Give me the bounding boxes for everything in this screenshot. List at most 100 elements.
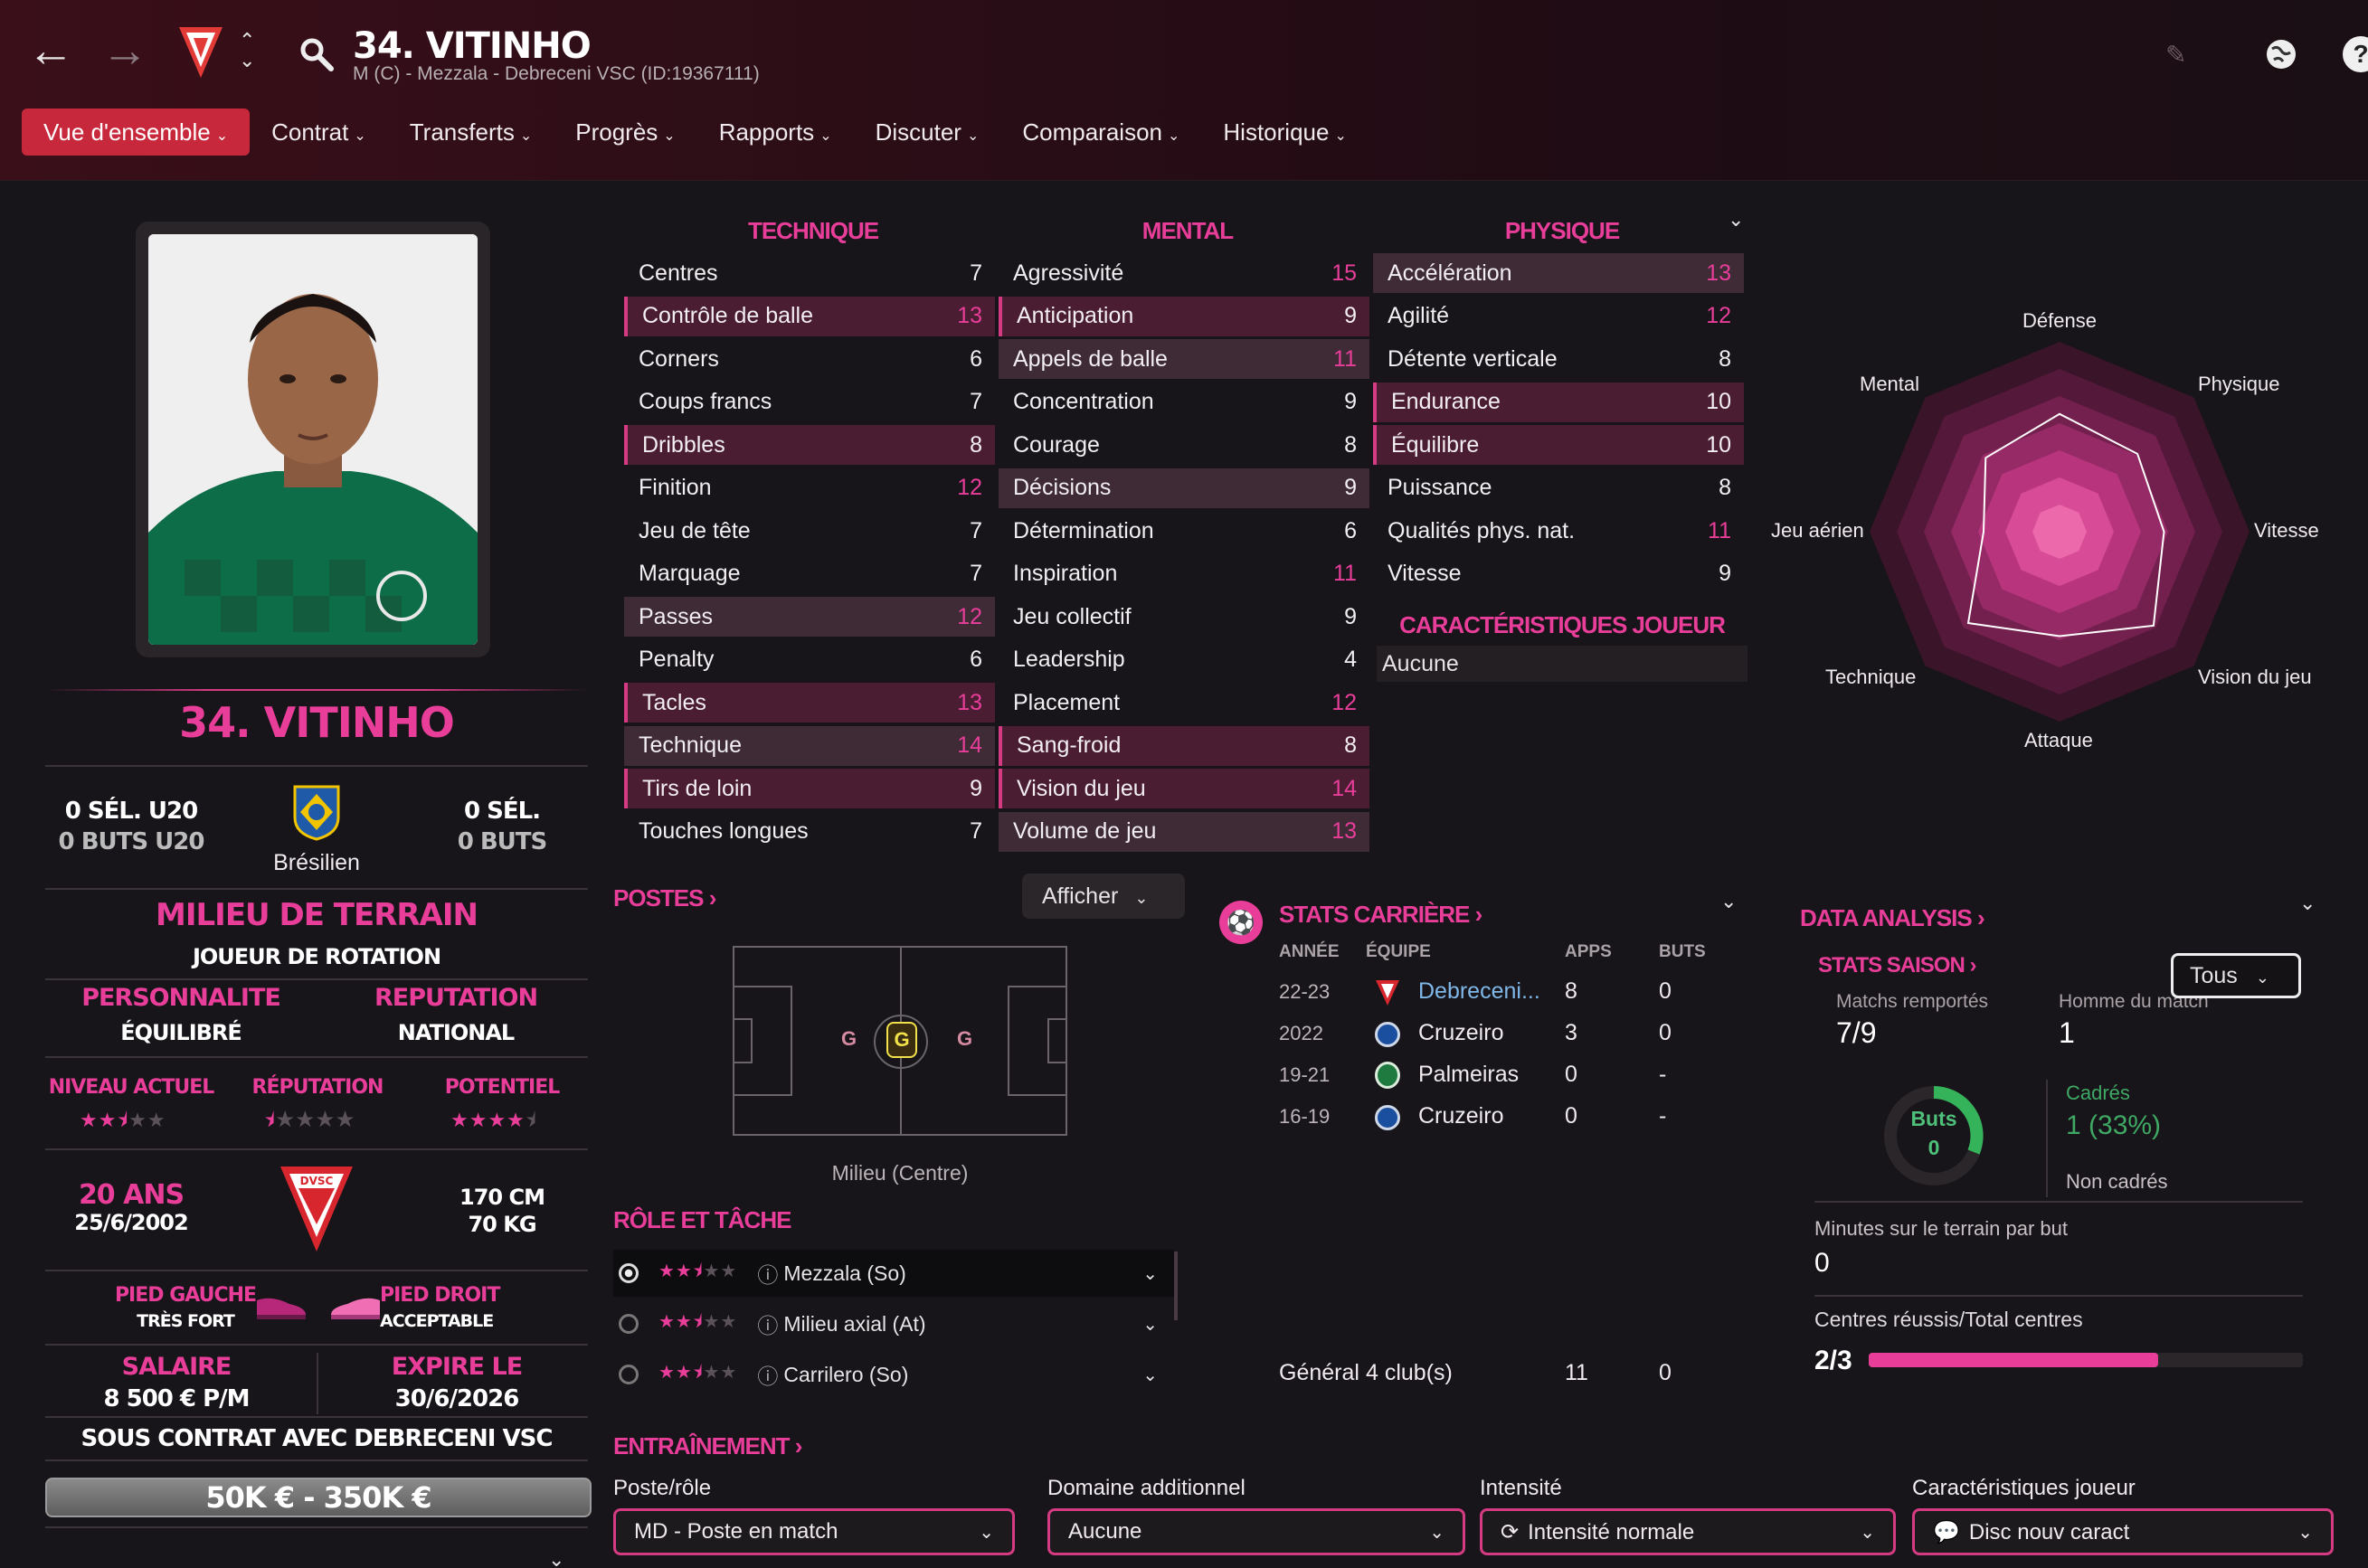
show-dropdown[interactable]: Afficher ⌄	[1022, 874, 1185, 919]
data-analysis-title[interactable]: DATA ANALYSIS ›	[1800, 904, 1985, 932]
tab-discuss[interactable]: Discuter ⌄	[854, 109, 1001, 156]
chevron-down-icon[interactable]: ⌄	[1142, 1313, 1158, 1336]
career-team-link[interactable]: Debreceni...	[1418, 978, 1540, 1005]
attribute-row[interactable]: Équilibre 10	[1373, 425, 1744, 465]
attribute-row[interactable]: Corners 6	[624, 339, 995, 379]
career-chevron-icon[interactable]: ⌄	[1720, 890, 1737, 913]
career-team[interactable]: Cruzeiro	[1418, 1103, 1503, 1129]
attribute-name: Marquage	[639, 561, 741, 586]
attribute-row[interactable]: Tacles 13	[624, 683, 995, 723]
attribute-row[interactable]: Passes 12	[624, 597, 995, 637]
attribute-row[interactable]: Inspiration 11	[999, 554, 1369, 594]
club-badge-icon[interactable]	[177, 24, 224, 80]
role-row[interactable]: ★★⯨★★ ⓘ Carrilero (So) ⌄	[613, 1351, 1174, 1398]
edit-icon[interactable]: ✎	[2165, 40, 2186, 70]
attribute-row[interactable]: Dribbles 8	[624, 425, 995, 465]
attribute-row[interactable]: Appels de balle 11	[999, 339, 1369, 379]
attribute-row[interactable]: Décisions 9	[999, 468, 1369, 508]
info-icon[interactable]: ⓘ	[757, 1359, 778, 1390]
chevron-down-icon[interactable]: ⌄	[1142, 1262, 1158, 1285]
attribute-row[interactable]: Tirs de loin 9	[624, 769, 995, 808]
technique-title: TECHNIQUE	[747, 217, 879, 244]
tab-overview[interactable]: Vue d'ensemble ⌄	[22, 109, 251, 156]
attribute-row[interactable]: Endurance 10	[1373, 382, 1744, 422]
attribute-row[interactable]: Touches longues 7	[624, 812, 995, 852]
player-switch-icon[interactable]: ⌃ ⌄	[239, 31, 255, 71]
attribute-row[interactable]: Finition 12	[624, 468, 995, 508]
tab-history[interactable]: Historique ⌄	[1201, 109, 1368, 156]
role-row[interactable]: ★★⯨★★ ⓘ Milieu axial (At) ⌄	[613, 1300, 1174, 1347]
attribute-row[interactable]: Marquage 7	[624, 554, 995, 594]
season-stats-title[interactable]: STATS SAISON ›	[1818, 953, 1976, 978]
attribute-name: Jeu de tête	[639, 517, 751, 543]
attribute-row[interactable]: Qualités phys. nat. 11	[1373, 511, 1744, 551]
scrollbar[interactable]	[1174, 1252, 1178, 1320]
attribute-row[interactable]: Agressivité 15	[999, 253, 1369, 293]
role-row[interactable]: ★★⯨★★ ⓘ Mezzala (So) ⌄	[613, 1250, 1174, 1297]
on-target-value: 1 (33%)	[2066, 1110, 2162, 1140]
attribute-row[interactable]: Vision du jeu 14	[999, 769, 1369, 808]
radar-label-mental: Mental	[1860, 373, 1920, 395]
info-icon[interactable]: ⓘ	[757, 1308, 778, 1339]
tab-bar: Vue d'ensemble ⌄ Contrat ⌄ Transferts ⌄ Pro…	[22, 109, 1369, 156]
training-extra-select[interactable]: Aucune ⌄	[1047, 1508, 1465, 1555]
training-role-select[interactable]: MD - Poste en match ⌄	[613, 1508, 1015, 1555]
tab-contract[interactable]: Contrat ⌄	[250, 109, 388, 156]
training-traits-select[interactable]: 💬 Disc nouv caract ⌄	[1912, 1508, 2334, 1555]
training-title[interactable]: ENTRAÎNEMENT ›	[613, 1432, 802, 1460]
positions-title[interactable]: POSTES ›	[613, 884, 716, 912]
season-filter-dropdown[interactable]: Tous ⌄	[2171, 953, 2301, 998]
back-arrow-icon[interactable]: ←	[27, 27, 74, 74]
tab-reports[interactable]: Rapports ⌄	[697, 109, 854, 156]
help-icon[interactable]: ?	[2343, 36, 2368, 72]
attribute-row[interactable]: Anticipation 9	[999, 296, 1369, 336]
attribute-row[interactable]: Accélération 13	[1373, 253, 1744, 293]
radio[interactable]	[619, 1314, 639, 1334]
attribute-row[interactable]: Leadership 4	[999, 640, 1369, 680]
attribute-row[interactable]: Concentration 9	[999, 383, 1369, 422]
attribute-row[interactable]: Penalty 6	[624, 640, 995, 680]
left-foot-value: TRÈS FORT	[137, 1311, 235, 1331]
chevron-down-icon[interactable]: ⌄	[548, 1548, 564, 1568]
attribute-row[interactable]: Détente verticale 8	[1373, 339, 1744, 379]
radio[interactable]	[619, 1365, 639, 1384]
attribute-row[interactable]: Placement 12	[999, 683, 1369, 723]
career-year: 16-19	[1279, 1105, 1331, 1128]
left-boot-icon	[257, 1298, 306, 1319]
attribute-name: Sang-froid	[1017, 732, 1122, 758]
attribute-name: Qualités phys. nat.	[1388, 517, 1576, 543]
radio-selected[interactable]	[619, 1263, 639, 1283]
career-title[interactable]: STATS CARRIÈRE ›	[1279, 901, 1482, 929]
attribute-row[interactable]: Détermination 6	[999, 511, 1369, 551]
attribute-row[interactable]: Puissance 8	[1373, 468, 1744, 508]
chevron-down-icon[interactable]: ⌄	[1142, 1364, 1158, 1386]
attribute-row[interactable]: Centres 7	[624, 253, 995, 293]
attribute-row[interactable]: Agilité 12	[1373, 297, 1744, 336]
attribute-row[interactable]: Coups francs 7	[624, 383, 995, 422]
attribute-row[interactable]: Jeu collectif 9	[999, 597, 1369, 637]
career-team[interactable]: Palmeiras	[1418, 1062, 1519, 1088]
globe-icon[interactable]	[2263, 36, 2299, 72]
attribute-row[interactable]: Sang-froid 8	[999, 725, 1369, 766]
attributes-chevron-icon[interactable]: ⌄	[1728, 208, 1744, 231]
search-icon[interactable]	[298, 36, 335, 72]
attribute-row[interactable]: Vitesse 9	[1373, 554, 1744, 594]
crosses-label: Centres réussis/Total centres	[1814, 1308, 2083, 1331]
training-intensity-select[interactable]: ⟳ Intensité normale ⌄	[1480, 1508, 1896, 1555]
career-team[interactable]: Cruzeiro	[1418, 1020, 1503, 1046]
reputation-stars: ⯨★★★★	[264, 1109, 356, 1131]
tab-transfers[interactable]: Transferts ⌄	[388, 109, 554, 156]
attribute-row[interactable]: Volume de jeu 13	[999, 811, 1369, 852]
attribute-row[interactable]: Courage 8	[999, 425, 1369, 465]
potential-label: POTENTIEL	[444, 1076, 561, 1099]
analysis-chevron-icon[interactable]: ⌄	[2299, 892, 2316, 915]
player-position: MILIEU DE TERRAIN	[156, 897, 478, 933]
forward-arrow-icon[interactable]: →	[101, 27, 148, 74]
tab-compare[interactable]: Comparaison ⌄	[1000, 109, 1201, 156]
attribute-row[interactable]: Technique 14	[624, 725, 995, 766]
attribute-name: Touches longues	[639, 818, 809, 844]
attribute-row[interactable]: Contrôle de balle 13	[624, 296, 995, 336]
tab-progress[interactable]: Progrès ⌄	[554, 109, 696, 156]
attribute-row[interactable]: Jeu de tête 7	[624, 511, 995, 551]
info-icon[interactable]: ⓘ	[757, 1258, 778, 1289]
